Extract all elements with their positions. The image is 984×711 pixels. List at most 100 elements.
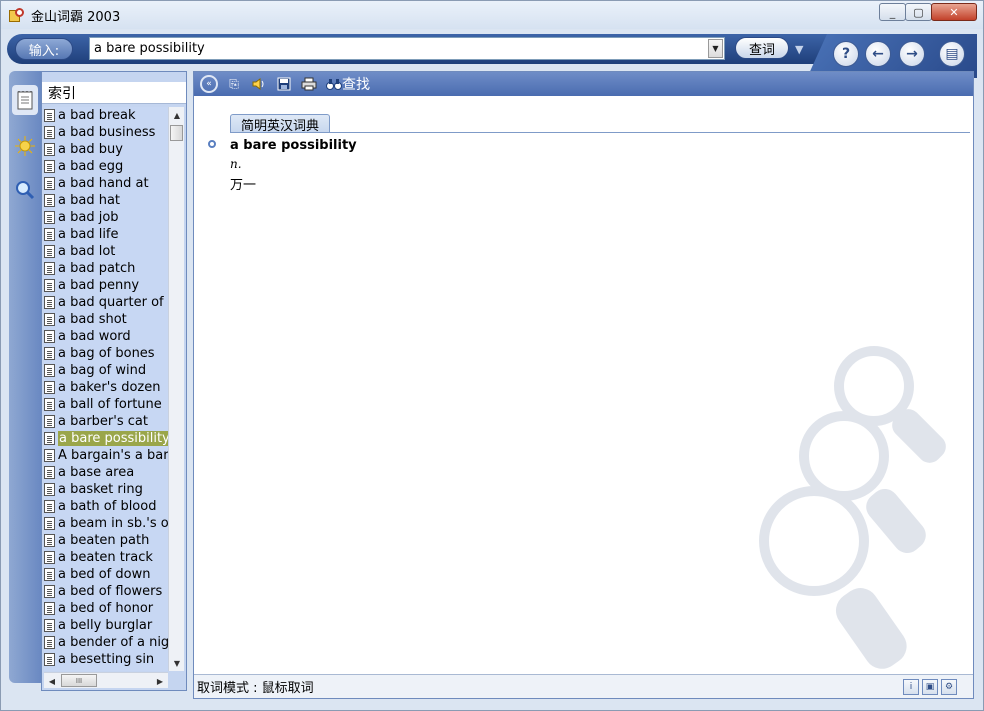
index-list-item[interactable]: a beam in sb.'s ow: [44, 515, 168, 532]
index-list-item[interactable]: a belly burglar: [44, 617, 168, 634]
index-list[interactable]: a bad break a bad business a bad buy a bad …: [44, 107, 168, 671]
find-label[interactable]: 查找: [342, 74, 370, 94]
horizontal-scroll-thumb[interactable]: III: [61, 674, 97, 687]
document-icon: [44, 568, 55, 581]
index-header: 索引: [42, 82, 186, 104]
document-icon: [44, 364, 55, 377]
index-list-item[interactable]: a bad shot: [44, 311, 168, 328]
document-icon: [44, 466, 55, 479]
sun-tab[interactable]: [12, 131, 38, 161]
index-item-label: a beaten path: [58, 533, 150, 548]
index-list-item[interactable]: a bad job: [44, 209, 168, 226]
index-list-item[interactable]: a bad business: [44, 124, 168, 141]
document-icon: [44, 585, 55, 598]
document-icon: [44, 177, 55, 190]
find-button[interactable]: [325, 75, 343, 93]
index-list-item[interactable]: a bender of a night: [44, 634, 168, 651]
index-list-item[interactable]: A bargain's a barga: [44, 447, 168, 464]
index-vertical-scrollbar[interactable]: ▲ ▼: [168, 107, 184, 671]
scroll-down-button[interactable]: ▼: [169, 655, 185, 671]
magnifier-tab[interactable]: [12, 175, 38, 205]
index-list-item[interactable]: a bag of wind: [44, 362, 168, 379]
index-list-item[interactable]: a bad hat: [44, 192, 168, 209]
scroll-right-button[interactable]: ▶: [152, 673, 168, 689]
document-icon: [44, 483, 55, 496]
index-list-item[interactable]: a bad buy: [44, 141, 168, 158]
index-list-item[interactable]: a base area: [44, 464, 168, 481]
wrench-icon[interactable]: ⚙: [941, 679, 957, 695]
menu-button[interactable]: ▤: [939, 41, 965, 67]
binoculars-icon: [326, 79, 342, 90]
help-button[interactable]: ?: [833, 41, 859, 67]
index-list-item[interactable]: a bed of honor: [44, 600, 168, 617]
status-icons: i ▣ ⚙: [900, 679, 957, 695]
definition-area: 简明英汉词典 a bare possibility n. 万一: [194, 96, 973, 674]
index-list-item[interactable]: a besetting sin: [44, 651, 168, 668]
menu-icon: ▤: [945, 46, 959, 62]
document-icon: [44, 211, 55, 224]
scroll-left-button[interactable]: ◀: [44, 673, 60, 689]
document-icon: [44, 636, 55, 649]
speak-button[interactable]: [250, 75, 268, 93]
info-icon[interactable]: i: [903, 679, 919, 695]
index-list-item[interactable]: a beaten path: [44, 532, 168, 549]
index-list-item[interactable]: a bad life: [44, 226, 168, 243]
index-item-label: A bargain's a barga: [58, 448, 168, 463]
lookup-options-button[interactable]: ▼: [795, 43, 803, 56]
scroll-up-button[interactable]: ▲: [169, 107, 185, 123]
forward-button[interactable]: →: [899, 41, 925, 67]
index-list-item[interactable]: a bed of down: [44, 566, 168, 583]
page-icon[interactable]: ▣: [922, 679, 938, 695]
app-logo-icon: [9, 7, 25, 23]
index-list-item[interactable]: a baker's dozen: [44, 379, 168, 396]
index-item-label: a bad break: [58, 108, 136, 123]
index-list-item[interactable]: a bed of flowers: [44, 583, 168, 600]
document-icon: [44, 228, 55, 241]
index-list-item[interactable]: a bag of bones: [44, 345, 168, 362]
index-list-item[interactable]: a bare possibility: [44, 430, 168, 447]
history-dropdown-button[interactable]: ▼: [708, 39, 723, 58]
index-list-item[interactable]: a bad word: [44, 328, 168, 345]
index-item-label: a baker's dozen: [58, 380, 161, 395]
print-button[interactable]: [300, 75, 318, 93]
document-icon: [44, 398, 55, 411]
index-list-item[interactable]: a bad break: [44, 107, 168, 124]
index-list-item[interactable]: a bad penny: [44, 277, 168, 294]
index-item-label: a bag of wind: [58, 363, 147, 378]
index-list-item[interactable]: a ball of fortune: [44, 396, 168, 413]
maximize-button[interactable]: ▢: [905, 3, 932, 21]
save-button[interactable]: [275, 75, 293, 93]
search-input[interactable]: a bare possibility ▼: [89, 37, 725, 60]
minimize-button[interactable]: _: [879, 3, 906, 21]
document-icon: [44, 160, 55, 173]
index-list-item[interactable]: a beaten track: [44, 549, 168, 566]
document-icon: [44, 534, 55, 547]
index-list-item[interactable]: a barber's cat: [44, 413, 168, 430]
document-icon: [44, 500, 55, 513]
index-list-item[interactable]: a basket ring: [44, 481, 168, 498]
content-toolbar: « ⎘ 查找: [194, 72, 973, 96]
index-list-item[interactable]: a bad patch: [44, 260, 168, 277]
index-item-label: a basket ring: [58, 482, 143, 497]
index-list-item[interactable]: a bad egg: [44, 158, 168, 175]
arrow-left-icon: ←: [872, 46, 884, 62]
collapse-button[interactable]: «: [200, 75, 218, 93]
copy-button[interactable]: ⎘: [225, 75, 243, 93]
document-icon: [44, 517, 55, 530]
magnifier-watermark-icon: [759, 346, 946, 669]
back-button[interactable]: ←: [865, 41, 891, 67]
close-button[interactable]: ✕: [931, 3, 977, 21]
scroll-thumb[interactable]: [170, 125, 183, 141]
arrow-right-icon: →: [906, 46, 918, 62]
notebook-tab[interactable]: [12, 85, 38, 115]
lookup-button[interactable]: 查词: [735, 37, 789, 59]
document-icon: [44, 330, 55, 343]
index-horizontal-scrollbar[interactable]: ◀ III ▶: [44, 672, 168, 688]
index-list-item[interactable]: a bad lot: [44, 243, 168, 260]
save-icon: [277, 77, 291, 91]
dictionary-tab[interactable]: 简明英汉词典: [230, 114, 331, 134]
index-list-item[interactable]: a bad hand at: [44, 175, 168, 192]
index-list-item[interactable]: a bath of blood: [44, 498, 168, 515]
index-list-item[interactable]: a bad quarter of an: [44, 294, 168, 311]
document-icon: [44, 313, 55, 326]
